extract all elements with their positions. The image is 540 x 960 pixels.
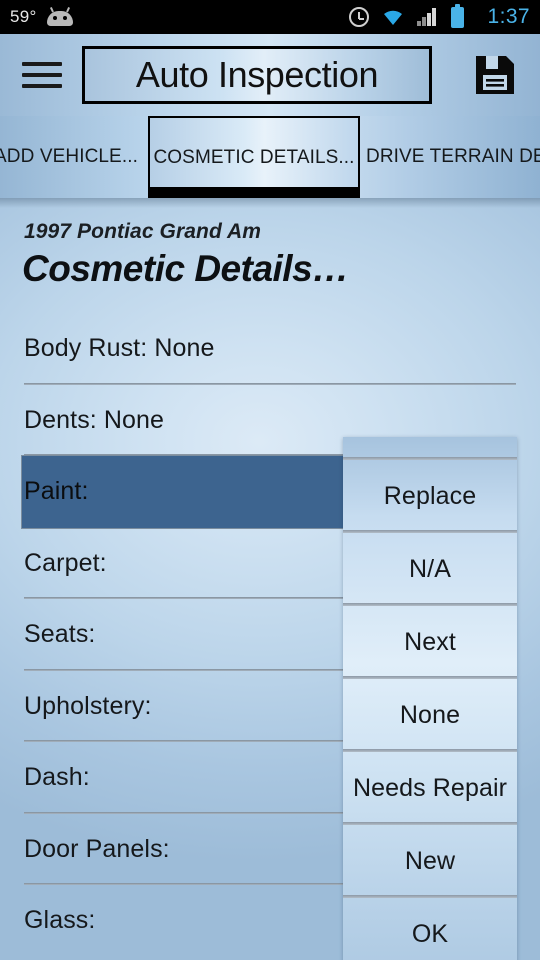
dropdown-option-needs-repair[interactable]: Needs Repair: [343, 752, 517, 825]
option-dropdown[interactable]: Bad Replace N/A Next None Needs Repair N…: [343, 437, 517, 960]
wifi-icon: [381, 8, 405, 26]
app-title-box: Auto Inspection: [82, 46, 432, 104]
dropdown-option-replace[interactable]: Replace: [343, 460, 517, 533]
temperature-text: 59°: [10, 7, 37, 26]
list-item-body-rust[interactable]: Body Rust: None: [22, 313, 516, 385]
tab-add-vehicle[interactable]: ADD VEHICLE...: [0, 116, 148, 198]
tab-bar: ADD VEHICLE... COSMETIC DETAILS... DRIVE…: [0, 116, 540, 198]
dropdown-option-label: Needs Repair: [352, 774, 508, 802]
dropdown-option-new[interactable]: New: [343, 825, 517, 898]
dropdown-option-label: N/A: [409, 555, 451, 583]
list-item-paint[interactable]: Paint:: [22, 456, 344, 528]
list-item-label: Glass:: [24, 906, 96, 935]
content-area: 1997 Pontiac Grand Am Cosmetic Details… …: [0, 198, 540, 960]
clock-text: 1:37: [487, 5, 530, 28]
dropdown-option-label: Next: [404, 628, 456, 656]
tab-label: ADD VEHICLE...: [0, 146, 138, 167]
status-bar: 59° 1:37: [0, 0, 540, 34]
signal-icon: [416, 8, 439, 26]
android-mascot-icon: [46, 6, 73, 26]
tab-drive-terrain-details[interactable]: DRIVE TERRAIN DET...: [360, 116, 540, 198]
dropdown-option-next[interactable]: Next: [343, 606, 517, 679]
dropdown-option-none[interactable]: None: [343, 679, 517, 752]
save-floppy-icon[interactable]: [472, 52, 518, 98]
list-item-label: Carpet:: [24, 548, 107, 577]
dropdown-option-label: None: [399, 701, 461, 729]
battery-icon: [450, 3, 464, 28]
list-item-label: Seats:: [24, 620, 96, 649]
vehicle-subtitle: 1997 Pontiac Grand Am: [24, 220, 262, 243]
section-title: Cosmetic Details…: [22, 248, 349, 289]
tab-label: DRIVE TERRAIN DET...: [366, 146, 540, 167]
alarm-icon: [348, 7, 369, 27]
hamburger-menu-icon[interactable]: [22, 60, 62, 90]
dropdown-option-label: New: [404, 847, 456, 875]
tab-label: COSMETIC DETAILS...: [153, 147, 355, 168]
dropdown-option-label: OK: [411, 920, 449, 948]
dropdown-option-bad[interactable]: Bad: [343, 437, 517, 460]
list-item-label: Upholstery:: [24, 691, 152, 720]
list-item-label: Paint:: [24, 477, 89, 506]
dropdown-option-label: Bad: [408, 437, 453, 438]
app-bar: Auto Inspection: [0, 34, 540, 116]
dropdown-option-label: Replace: [383, 482, 477, 510]
list-item-label: Dash:: [24, 763, 90, 792]
list-item-label: Body Rust: None: [24, 334, 215, 363]
tab-cosmetic-details[interactable]: COSMETIC DETAILS...: [148, 116, 360, 198]
dropdown-option-ok[interactable]: OK: [343, 898, 517, 960]
list-item-label: Door Panels:: [24, 834, 170, 863]
page-title: Auto Inspection: [135, 54, 379, 95]
dropdown-option-na[interactable]: N/A: [343, 533, 517, 606]
list-item-label: Dents: None: [24, 405, 165, 434]
